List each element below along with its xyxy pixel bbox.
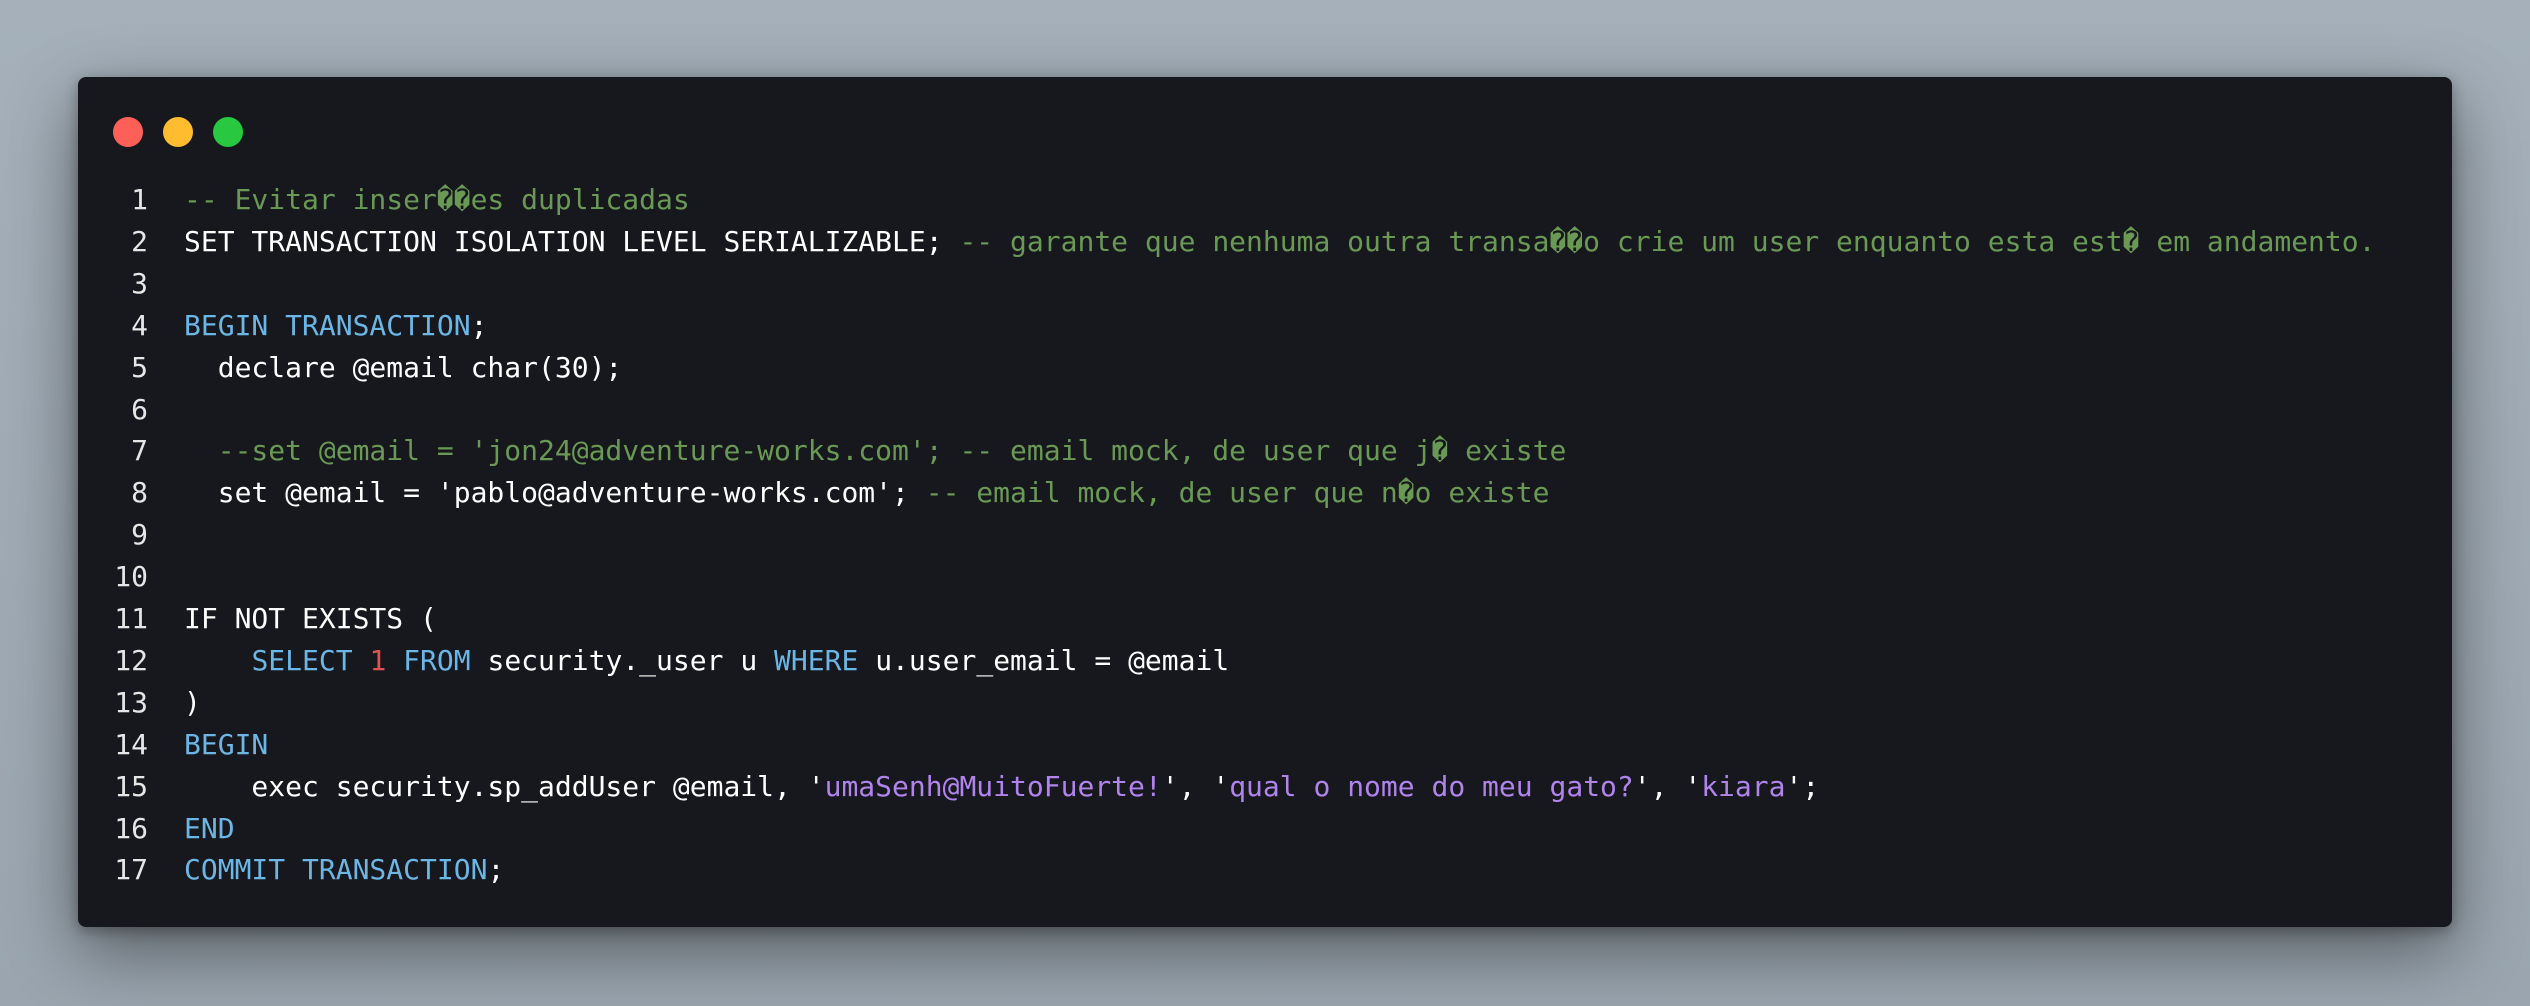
code-token: IF NOT EXISTS ( [184,602,437,635]
code-line: 15 exec security.sp_addUser @email, 'uma… [78,766,2452,808]
code-token: qual o nome do meu gato? [1229,769,1634,803]
line-number: 8 [131,476,148,510]
code-line: 8 set @email = 'pablo@adventure-works.co… [78,472,2452,514]
code-line: 4 BEGIN TRANSACTION; [78,305,2452,347]
code-token: ', ' [1633,769,1702,803]
code-line: 6 [78,389,2452,431]
line-source: SET TRANSACTION ISOLATION LEVEL SERIALIZ… [184,221,2375,263]
code-token: -- email mock, de user que n�o existe [925,476,1550,510]
code-token: ) [184,685,201,719]
code-token: SELECT [251,643,353,677]
line-number: 7 [131,434,148,468]
code-line: 7 --set @email = 'jon24@adventure-works.… [78,430,2452,472]
line-number: 10 [114,560,148,594]
line-source: COMMIT TRANSACTION; [184,849,504,891]
code-token: ; [487,853,505,887]
line-source: SELECT 1 FROM security._user u WHERE u.u… [184,640,1229,682]
line-number: 16 [114,811,148,845]
line-source: -- Evitar inser��es duplicadas [184,179,690,221]
code-token: exec security.sp_addUser @email, ' [184,769,825,803]
code-token: set @email = 'pablo@adventure-works.com'… [184,476,926,510]
line-number: 17 [114,853,148,887]
line-number: 5 [131,350,148,384]
line-source: exec security.sp_addUser @email, 'umaSen… [184,766,1819,808]
code-token: -- Evitar inser��es duplicadas [184,183,690,216]
line-number: 2 [131,224,148,258]
maximize-button[interactable] [213,117,243,147]
line-number: 3 [131,266,148,300]
code-token: u.user_email = @email [858,643,1230,677]
code-line: 17 COMMIT TRANSACTION; [78,849,2452,891]
code-window: 1 -- Evitar inser��es duplicadas 2 SET TRAN… [78,77,2452,927]
code-token: security._user u [470,643,775,677]
line-source: BEGIN TRANSACTION; [184,305,487,347]
line-number: 14 [114,727,148,761]
code-line: 9 [78,514,2452,556]
code-line: 3 [78,263,2452,305]
code-token: declare @email char(30); [184,350,623,384]
code-token: COMMIT TRANSACTION [184,853,488,887]
line-source: END [184,808,235,850]
code-token: BEGIN TRANSACTION [184,308,471,342]
line-number: 11 [114,602,148,635]
line-number: 4 [131,308,148,342]
code-token: kiara [1701,769,1786,803]
code-token: umaSenh@MuitoFuerte! [824,769,1162,803]
code-line: 11 IF NOT EXISTS ( [78,598,2452,640]
line-source: ) [184,682,201,724]
line-number: 13 [114,685,148,719]
code-line: 2 SET TRANSACTION ISOLATION LEVEL SERIALI… [78,221,2452,263]
line-number: 12 [114,643,148,677]
close-button[interactable] [113,117,143,147]
line-number: 9 [131,518,148,552]
code-line: 16 END [78,808,2452,850]
line-source: BEGIN [184,724,268,766]
line-source: declare @email char(30); [184,347,623,389]
window-controls [113,117,243,147]
code-token: FROM [403,643,471,677]
minimize-button[interactable] [163,117,193,147]
code-line: 1 -- Evitar inser��es duplicadas [78,179,2452,221]
code-token: WHERE [774,643,859,677]
line-source: set @email = 'pablo@adventure-works.com'… [184,472,1550,514]
line-number: 15 [114,769,148,803]
code-line: 10 [78,556,2452,598]
code-line: 13) [78,682,2452,724]
code-line: 12 SELECT 1 FROM security._user u WHERE … [78,640,2452,682]
code-token: --set @email = 'jon24@adventure-works.co… [184,434,1567,468]
line-number: 6 [131,392,148,426]
code-token: ', ' [1161,769,1230,803]
code-token: END [184,811,235,845]
code-token: BEGIN [184,727,269,761]
code-token: -- garante que nenhuma outra transa��o c… [959,224,2376,258]
code-token: 1 [369,643,387,677]
code-line: 5 declare @email char(30); [78,347,2452,389]
line-source: --set @email = 'jon24@adventure-works.co… [184,430,1567,472]
code-token: SET TRANSACTION ISOLATION LEVEL SERIALIZ… [184,224,960,258]
code-line: 14 BEGIN [78,724,2452,766]
line-number: 1 [131,183,148,216]
code-token: ; [470,308,488,342]
line-source: IF NOT EXISTS ( [184,598,437,640]
code-token: '; [1785,769,1820,803]
